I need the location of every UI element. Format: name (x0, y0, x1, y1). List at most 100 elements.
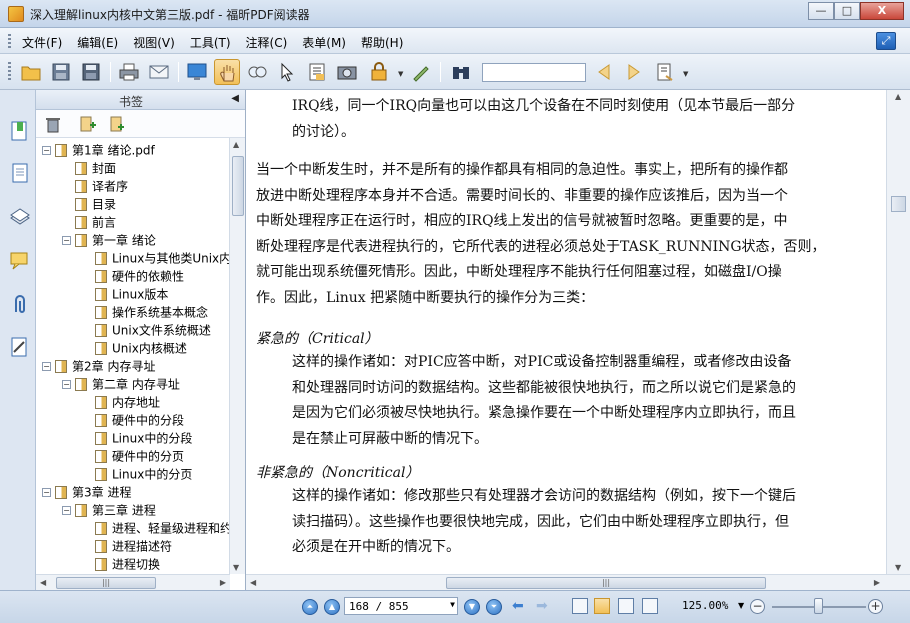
document-view[interactable]: IRQ线，同一个IRQ向量也可以由这几个设备在不同时刻使用（见本节最后一部分 的讨… (246, 90, 910, 590)
menu-comments[interactable]: 注释(C) (246, 34, 288, 51)
go-forward-icon[interactable]: ➡ (536, 598, 548, 614)
document-hscroll-thumb[interactable]: ||| (446, 577, 766, 589)
bookmark-item[interactable]: Unix文件系统概述 (82, 321, 211, 339)
collapse-toggle-icon[interactable]: − (42, 146, 51, 155)
bookmark-item[interactable]: 内存地址 (82, 393, 160, 411)
collapse-toggle-icon[interactable]: − (42, 488, 51, 497)
bookmark-item[interactable]: − 第1章 绪论.pdf (42, 141, 155, 159)
text-select-button[interactable] (304, 59, 330, 85)
menu-edit[interactable]: 编辑(E) (77, 34, 118, 51)
document-vertical-scrollbar[interactable]: ▲ ▼ (886, 90, 910, 574)
sign-button[interactable] (408, 59, 434, 85)
bookmark-item[interactable]: Linux中的分段 (82, 429, 192, 447)
rms-button[interactable] (366, 59, 392, 85)
previous-page-button[interactable]: ▲ (324, 599, 340, 615)
bookmark-item[interactable]: Linux中的分页 (82, 465, 192, 483)
zoom-dropdown-icon[interactable]: ▼ (738, 601, 744, 610)
print-button[interactable] (116, 59, 142, 85)
continuous-facing-view-button[interactable] (642, 598, 658, 614)
rms-dropdown-icon[interactable]: ▼ (398, 70, 403, 78)
menu-file[interactable]: 文件(F) (22, 34, 62, 51)
email-button[interactable] (146, 59, 172, 85)
fullscreen-button[interactable] (184, 59, 210, 85)
menu-view[interactable]: 视图(V) (133, 34, 175, 51)
bookmark-item[interactable]: − 第三章 进程 (62, 501, 156, 519)
scroll-down-icon[interactable]: ▼ (233, 563, 239, 572)
document-horizontal-scrollbar[interactable]: ◀ ||| ▶ (246, 574, 910, 590)
bookmark-item[interactable]: − 第2章 内存寻址 (42, 357, 155, 375)
minimize-button[interactable]: — (808, 2, 834, 20)
bookmarks-panel-icon[interactable] (9, 120, 31, 142)
loupe-button[interactable] (244, 59, 270, 85)
zoom-out-button[interactable]: − (750, 599, 765, 614)
maximize-button[interactable]: □ (834, 2, 860, 20)
document-scroll-thumb[interactable] (891, 196, 906, 212)
collapse-toggle-icon[interactable]: − (62, 506, 71, 515)
find-prev-button[interactable] (592, 59, 618, 85)
facing-view-button[interactable] (618, 598, 634, 614)
continuous-view-button[interactable] (594, 598, 610, 614)
bookmark-item[interactable]: 进程切换 (82, 555, 160, 573)
bookmark-item[interactable]: − 第一章 绪论 (62, 231, 156, 249)
bookmark-item[interactable]: 操作系统基本概念 (82, 303, 208, 321)
comments-panel-icon[interactable] (9, 250, 31, 272)
collapse-toggle-icon[interactable]: − (62, 236, 71, 245)
scroll-right-icon[interactable]: ▶ (220, 578, 226, 587)
collapse-panel-icon[interactable]: ◀ (231, 93, 239, 104)
single-page-view-button[interactable] (572, 598, 588, 614)
bookmark-item[interactable]: 硬件中的分页 (82, 447, 184, 465)
collapse-toggle-icon[interactable]: − (42, 362, 51, 371)
bookmarks-scroll-thumb[interactable] (232, 156, 244, 216)
zoom-level[interactable]: 125.00% (682, 599, 728, 612)
doc-scroll-up-icon[interactable]: ▲ (895, 92, 901, 101)
hand-tool-button[interactable] (214, 59, 240, 85)
menu-grip[interactable] (8, 34, 11, 48)
scroll-up-icon[interactable]: ▲ (233, 140, 239, 149)
open-file-button[interactable] (18, 59, 44, 85)
save-button[interactable] (48, 59, 74, 85)
bookmark-item[interactable]: 硬件的依赖性 (82, 267, 184, 285)
find-next-button[interactable] (620, 59, 646, 85)
bookmark-item[interactable]: Linux版本 (82, 285, 168, 303)
first-page-button[interactable]: ⏶ (302, 599, 318, 615)
snapshot-button[interactable] (334, 59, 360, 85)
page-dropdown-icon[interactable]: ▼ (450, 600, 455, 609)
bookmark-item[interactable]: 硬件中的分段 (82, 411, 184, 429)
go-back-icon[interactable]: ⬅ (512, 598, 524, 614)
bookmarks-hscroll-thumb[interactable]: ||| (56, 577, 156, 589)
doc-scroll-right-icon[interactable]: ▶ (874, 578, 880, 587)
bookmark-item[interactable]: − 第3章 进程 (42, 483, 131, 501)
pages-panel-icon[interactable] (9, 162, 31, 184)
bookmarks-horizontal-scrollbar[interactable]: ◀ ||| ▶ (36, 574, 230, 590)
layers-panel-icon[interactable] (9, 206, 31, 228)
zoom-in-button[interactable]: + (868, 599, 883, 614)
scroll-left-icon[interactable]: ◀ (40, 578, 46, 587)
menu-tools[interactable]: 工具(T) (190, 34, 231, 51)
last-page-button[interactable]: ⏷ (486, 599, 502, 615)
bookmark-item[interactable]: 前言 (62, 213, 116, 231)
collapse-toggle-icon[interactable]: − (62, 380, 71, 389)
signatures-panel-icon[interactable] (9, 336, 31, 358)
search-input[interactable] (482, 63, 586, 82)
toolbar-grip[interactable] (8, 62, 11, 82)
doc-scroll-down-icon[interactable]: ▼ (895, 563, 901, 572)
next-page-button[interactable]: ▼ (464, 599, 480, 615)
add-child-bookmark-icon[interactable] (108, 115, 126, 133)
bookmark-item[interactable]: − 第二章 内存寻址 (62, 375, 180, 393)
bookmark-item[interactable]: 目录 (62, 195, 116, 213)
search-options-dropdown-icon[interactable]: ▼ (683, 70, 688, 78)
update-icon[interactable]: ⤢ (876, 32, 896, 50)
page-number-field[interactable]: 168 / 855 ▼ (344, 597, 458, 615)
bookmarks-vertical-scrollbar[interactable]: ▲ ▼ (229, 138, 245, 574)
search-options-button[interactable] (652, 59, 678, 85)
delete-bookmark-icon[interactable] (44, 115, 62, 133)
zoom-slider-thumb[interactable] (814, 598, 823, 614)
bookmark-item[interactable]: Linux与其他类Unix内 (82, 249, 230, 267)
menu-help[interactable]: 帮助(H) (361, 34, 403, 51)
bookmark-item[interactable]: Unix内核概述 (82, 339, 187, 357)
find-button[interactable] (448, 59, 474, 85)
select-tool-button[interactable] (274, 59, 300, 85)
add-bookmark-icon[interactable] (78, 115, 96, 133)
doc-scroll-left-icon[interactable]: ◀ (250, 578, 256, 587)
bookmark-item[interactable]: 译者序 (62, 177, 128, 195)
